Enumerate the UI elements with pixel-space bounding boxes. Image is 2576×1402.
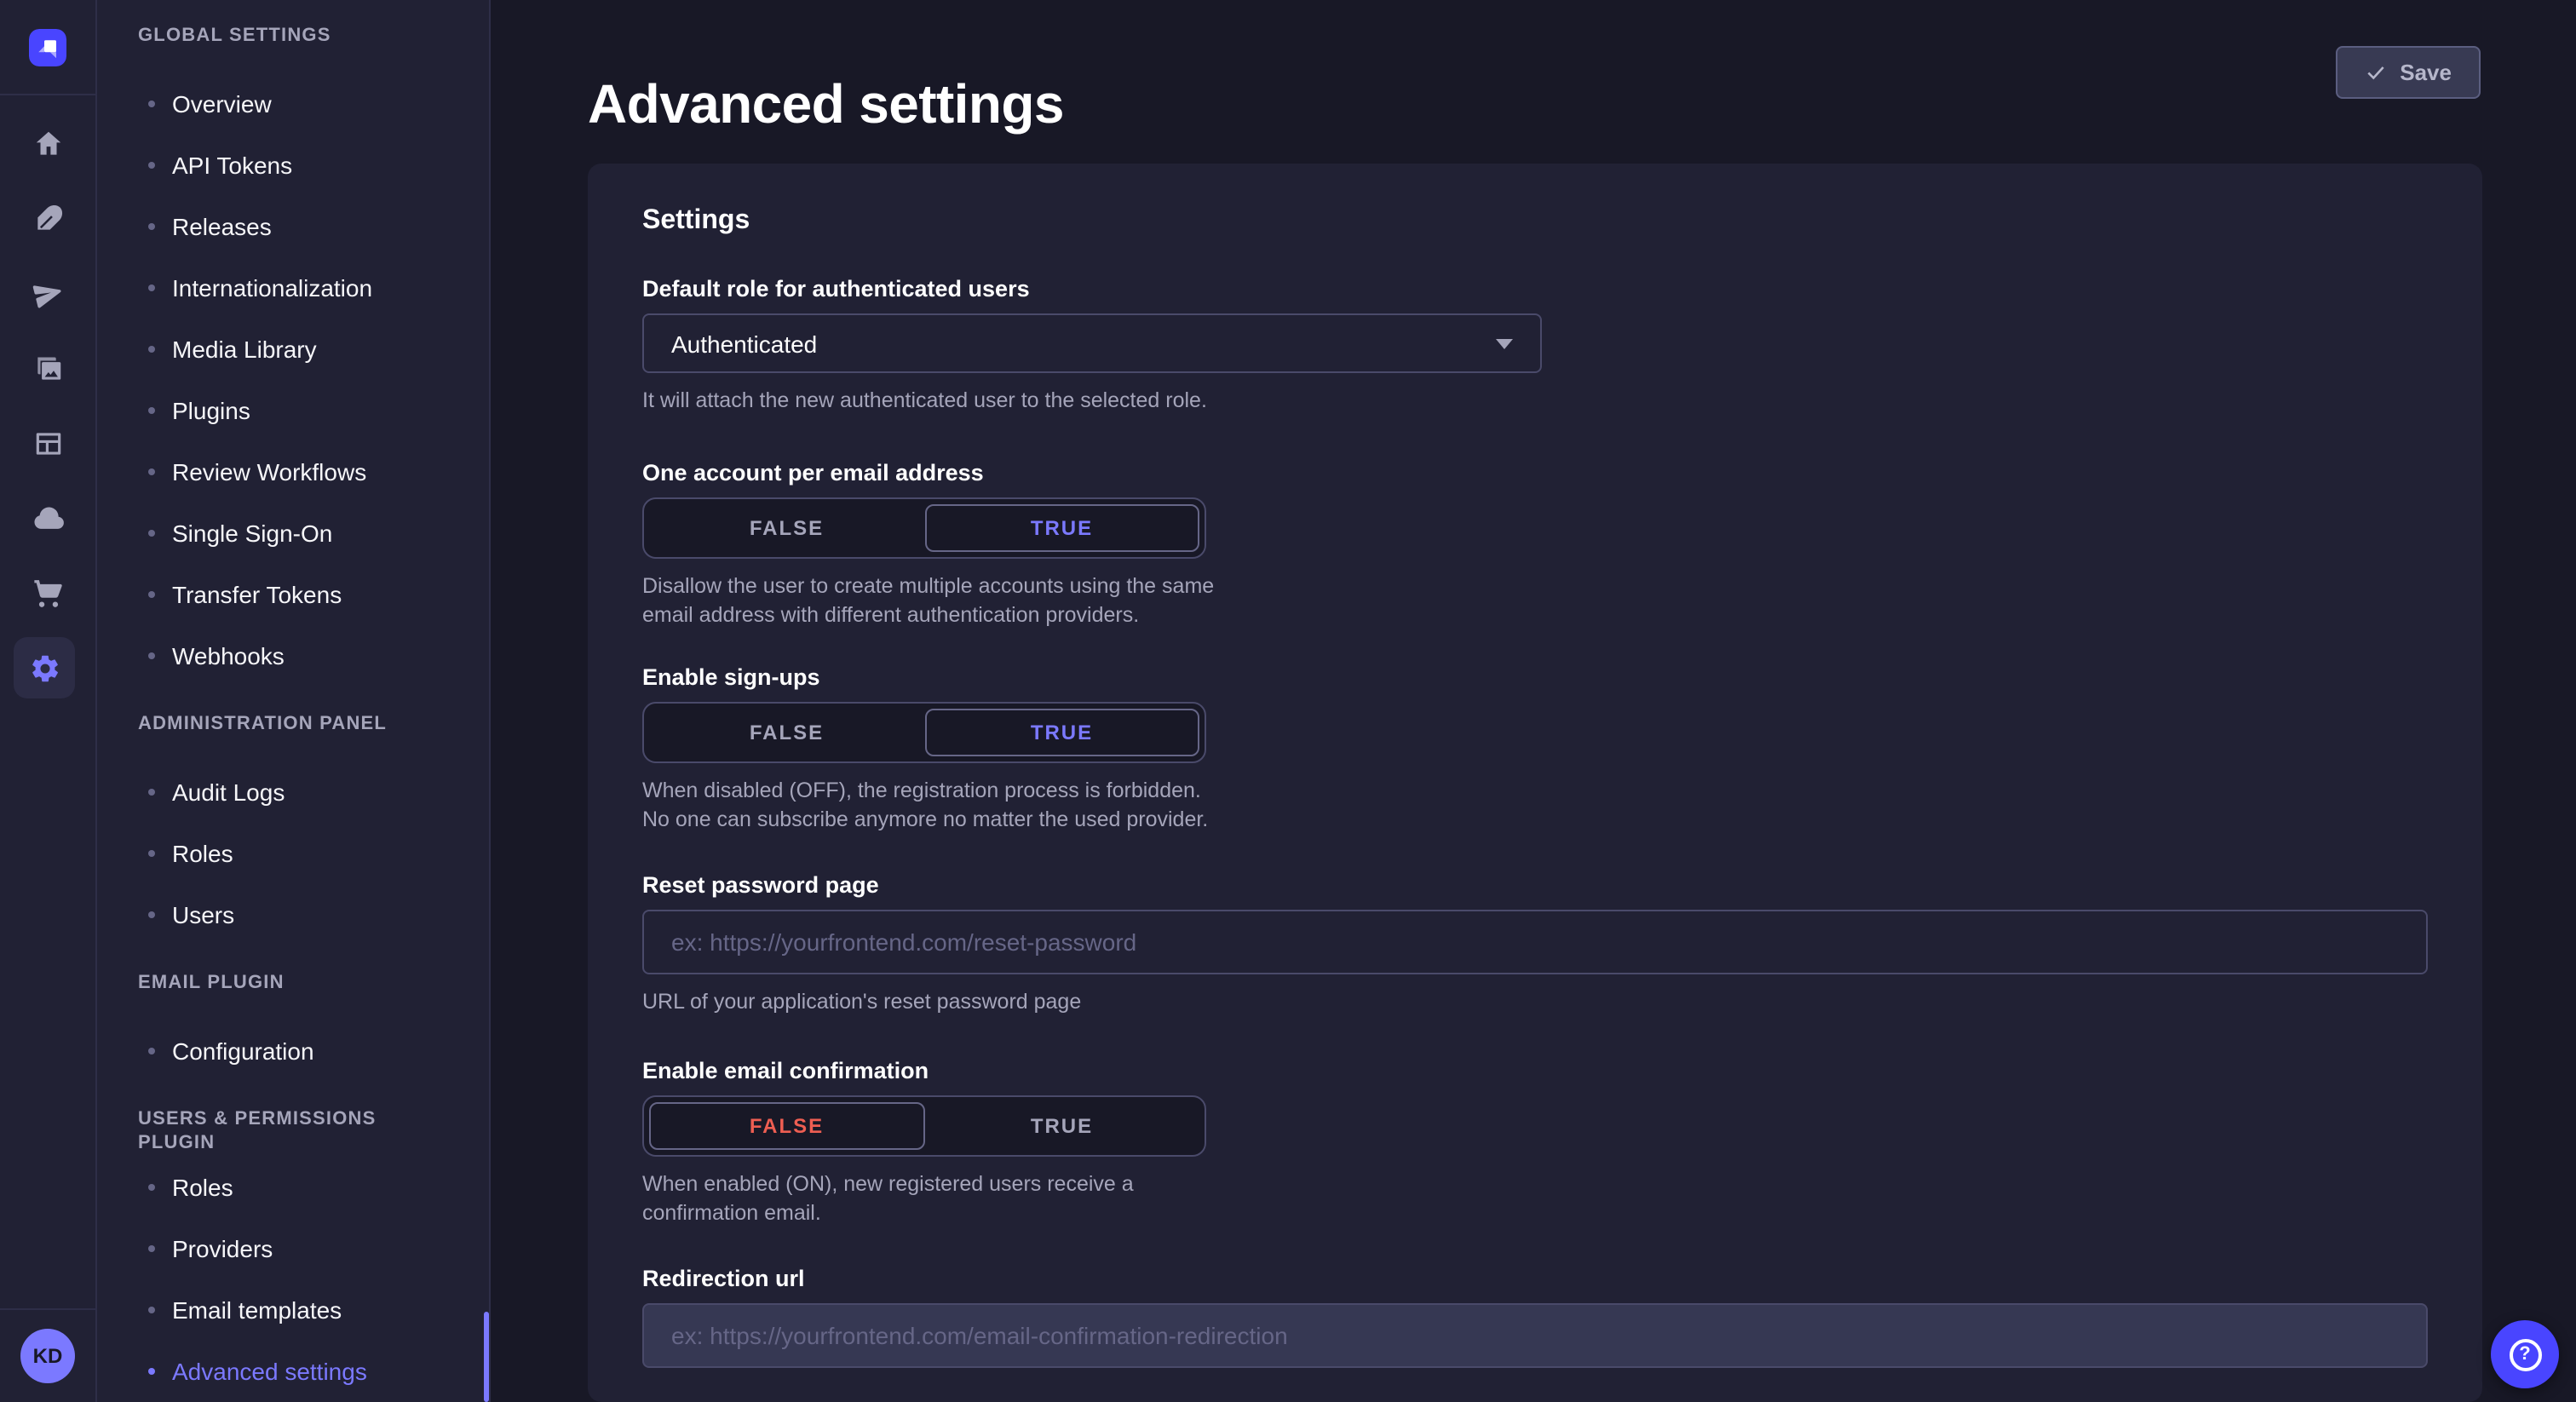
bullet-icon [148,1184,155,1191]
settings-icon[interactable] [14,637,75,698]
section-title-administration-panel: ADMINISTRATION PANEL [138,712,448,736]
enable-signups-toggle: FALSE TRUE [642,702,1206,763]
settings-sidebar: GLOBAL SETTINGS Overview API Tokens Rele… [97,0,491,1402]
default-role-hint: It will attach the new authenticated use… [642,387,2428,416]
redirection-url-label: Redirection url [642,1266,2428,1293]
sidebar-item-transfer-tokens[interactable]: Transfer Tokens [97,564,489,625]
sidebar-item-advanced-settings[interactable]: Advanced settings [97,1341,489,1402]
bullet-icon [148,101,155,107]
marketplace-icon[interactable] [14,559,82,627]
sidebar-item-review-workflows[interactable]: Review Workflows [97,441,489,503]
media-library-icon[interactable] [14,334,82,402]
enable-signups-true-option[interactable]: TRUE [924,709,1199,756]
sidebar-item-plugins[interactable]: Plugins [97,380,489,441]
bullet-icon [148,1368,155,1375]
deploy-icon[interactable] [14,259,82,327]
sidebar-item-api-tokens[interactable]: API Tokens [97,135,489,196]
home-icon[interactable] [14,109,82,177]
sidebar-item-audit-logs[interactable]: Audit Logs [97,761,489,823]
strapi-logo[interactable] [29,28,66,66]
bullet-icon [148,1245,155,1252]
reset-password-label: Reset password page [642,872,2428,899]
save-button[interactable]: Save [2335,46,2481,99]
bullet-icon [148,850,155,857]
check-icon [2364,61,2386,83]
bullet-icon [148,530,155,537]
sidebar-item-webhooks[interactable]: Webhooks [97,625,489,687]
sidebar-item-internationalization[interactable]: Internationalization [97,257,489,319]
enable-signups-false-option[interactable]: FALSE [649,709,924,756]
default-role-label: Default role for authenticated users [642,276,2428,303]
bullet-icon [148,407,155,414]
logo-box [0,0,95,95]
sidebar-item-single-sign-on[interactable]: Single Sign-On [97,503,489,564]
sidebar-item-providers[interactable]: Providers [97,1218,489,1279]
bullet-icon [148,591,155,598]
sidebar-item-admin-users[interactable]: Users [97,884,489,945]
email-confirmation-hint: When enabled (ON), new registered users … [642,1170,1230,1228]
content-manager-icon[interactable] [14,184,82,252]
bullet-icon [148,1307,155,1313]
app-root: KD GLOBAL SETTINGS Overview API Tokens R… [0,0,2576,1402]
sidebar-item-up-roles[interactable]: Roles [97,1157,489,1218]
reset-password-hint: URL of your application's reset password… [642,988,2428,1017]
sidebar-item-admin-roles[interactable]: Roles [97,823,489,884]
content-type-builder-icon[interactable] [14,409,82,477]
bullet-icon [148,789,155,796]
email-confirmation-true-option[interactable]: TRUE [924,1102,1199,1150]
one-account-label: One account per email address [642,460,2428,487]
default-role-select[interactable]: Authenticated [642,313,1542,373]
active-item-indicator [484,1312,489,1402]
page-title: Advanced settings [588,74,1064,137]
email-confirmation-false-option[interactable]: FALSE [649,1102,924,1150]
one-account-true-option[interactable]: TRUE [924,504,1199,552]
sidebar-item-email-templates[interactable]: Email templates [97,1279,489,1341]
chevron-down-icon [1496,338,1513,348]
reset-password-input[interactable] [642,910,2428,974]
sidebar-item-email-configuration[interactable]: Configuration [97,1020,489,1082]
avatar-box: KD [0,1308,95,1402]
bullet-icon [148,652,155,659]
bullet-icon [148,468,155,475]
bullet-icon [148,223,155,230]
nav-rail: KD [0,0,97,1402]
bullet-icon [148,346,155,353]
sidebar-item-media-library[interactable]: Media Library [97,319,489,380]
help-button[interactable]: ? [2491,1320,2559,1388]
settings-panel: Settings Default role for authenticated … [588,164,2482,1402]
bullet-icon [148,1048,155,1054]
one-account-toggle: FALSE TRUE [642,497,1206,559]
bullet-icon [148,911,155,918]
panel-title: Settings [642,204,2428,238]
enable-signups-hint: When disabled (OFF), the registration pr… [642,777,1230,835]
enable-signups-label: Enable sign-ups [642,664,2428,692]
redirection-url-input[interactable] [642,1303,2428,1368]
default-role-value: Authenticated [671,330,1496,357]
sidebar-item-overview[interactable]: Overview [97,73,489,135]
rail-nav [14,95,82,702]
avatar[interactable]: KD [20,1329,75,1383]
bullet-icon [148,162,155,169]
section-title-global-settings: GLOBAL SETTINGS [138,24,448,48]
main-content: Advanced settings Save Settings Default … [492,0,2576,1402]
question-mark-icon: ? [2509,1338,2541,1370]
cloud-icon[interactable] [14,484,82,552]
sidebar-item-releases[interactable]: Releases [97,196,489,257]
bullet-icon [148,284,155,291]
email-confirmation-label: Enable email confirmation [642,1058,2428,1085]
one-account-false-option[interactable]: FALSE [649,504,924,552]
section-title-email-plugin: EMAIL PLUGIN [138,971,448,995]
email-confirmation-toggle: FALSE TRUE [642,1095,1206,1157]
section-title-users-permissions-plugin: USERS & PERMISSIONS PLUGIN [138,1107,448,1131]
one-account-hint: Disallow the user to create multiple acc… [642,572,1230,630]
